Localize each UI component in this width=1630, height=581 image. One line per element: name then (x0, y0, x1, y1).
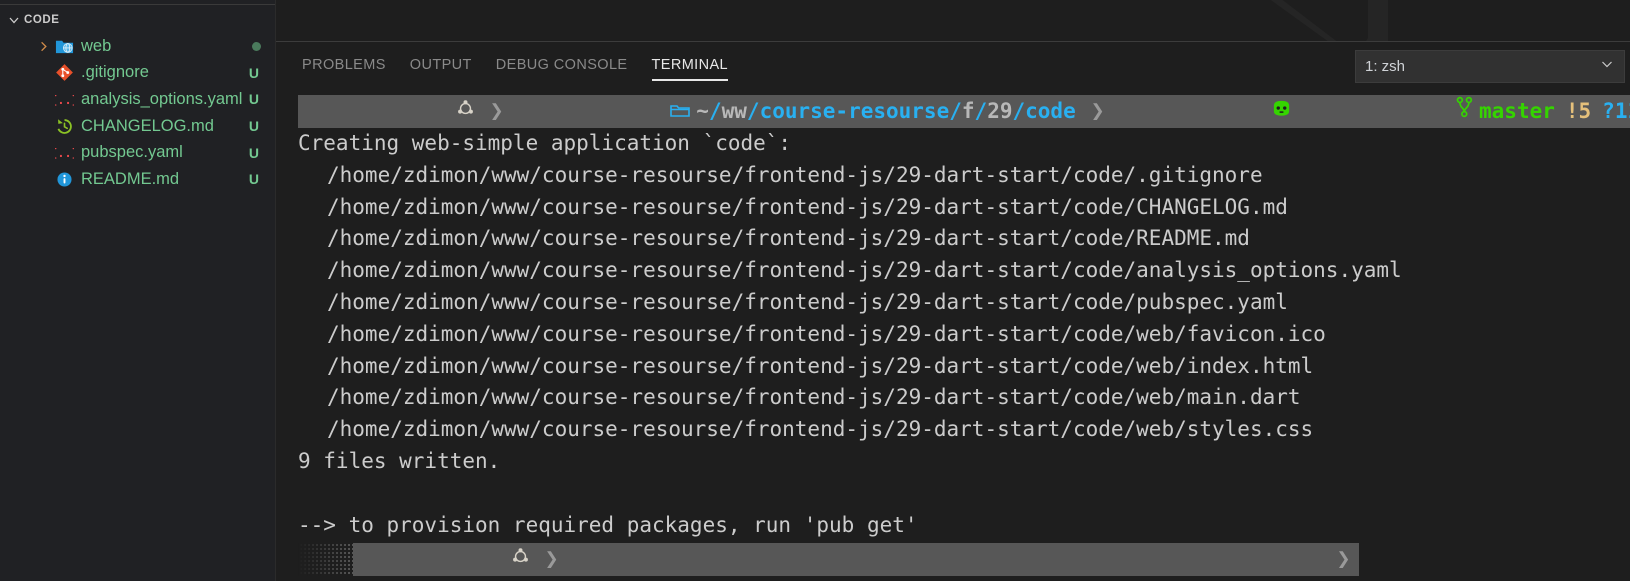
file-tree-item-label: web (81, 36, 112, 55)
untracked-dot-badge (252, 41, 261, 51)
prompt-path-segment: ~/ww/course-resourse/f/29/code (512, 95, 1082, 128)
info-circle-icon (54, 170, 75, 189)
tab-debug-console[interactable]: DEBUG CONSOLE (484, 42, 640, 89)
prompt-path-part: / (708, 98, 722, 123)
prompt-path-part: / (1012, 98, 1026, 123)
prompt-path-part: ~ (696, 98, 709, 123)
prompt-path-part: 29 (987, 98, 1013, 123)
terminal-line: /home/zdimon/www/course-resourse/fronten… (327, 321, 1326, 346)
github-icon (1114, 95, 1299, 159)
terminal-line: /home/zdimon/www/course-resourse/fronten… (327, 417, 1314, 442)
prompt-path-part: code (1025, 98, 1076, 123)
file-tree-item-label: .gitignore (81, 63, 149, 82)
sidebar-divider (0, 4, 275, 5)
explorer-sidebar: CODE web .gitignore U {..} analysis_options.… (0, 0, 276, 581)
terminal-line: /home/zdimon/www/course-resourse/fronten… (327, 289, 1288, 314)
prompt-path-part: / (746, 98, 760, 123)
file-tree-item-label: README.md (81, 169, 180, 188)
prompt-path-part: f (961, 98, 975, 123)
git-untracked-count: ?11 (1602, 98, 1630, 123)
explorer-section-header[interactable]: CODE (0, 6, 275, 33)
ubuntu-icon (353, 512, 536, 581)
terminal-line: /home/zdimon/www/course-resourse/fronten… (327, 353, 1314, 378)
next-prompt-os-segment (353, 543, 536, 577)
svg-text:{..}: {..} (55, 146, 74, 160)
git-status-badge: U (248, 171, 259, 188)
tab-output[interactable]: OUTPUT (398, 42, 484, 89)
prompt-git-segment: master !5 ?11 (1113, 95, 1630, 128)
file-tree-item-readme-md[interactable]: README.md U (0, 166, 275, 193)
next-prompt-dither (298, 543, 353, 577)
git-modified-count: !5 (1565, 98, 1592, 123)
file-tree-item-changelog-md[interactable]: CHANGELOG.md U (0, 113, 275, 140)
terminal-line: /home/zdimon/www/course-resourse/fronten… (327, 194, 1288, 219)
prompt-path-text: ~/ww/course-resourse/f/29/code (696, 96, 1075, 128)
prompt-path-part: course-resourse (759, 98, 950, 123)
yaml-braces-icon: {..} (54, 143, 75, 162)
terminal-line: 9 files written. (298, 448, 501, 473)
tab-problems[interactable]: PROBLEMS (290, 42, 398, 89)
tab-terminal[interactable]: TERMINAL (640, 42, 741, 89)
terminal-line: /home/zdimon/www/course-resourse/fronten… (327, 258, 1402, 283)
file-tree: web .gitignore U {..} analysis_options.yaml U… (0, 33, 275, 193)
chevron-down-icon[interactable] (6, 12, 22, 28)
file-tree-item-pubspec-yaml[interactable]: {..} pubspec.yaml U (0, 139, 275, 166)
git-branch-icon (1298, 95, 1479, 159)
yaml-braces-icon: {..} (54, 90, 75, 109)
file-tree-item-web[interactable]: web (0, 33, 275, 60)
terminal-line: /home/zdimon/www/course-resourse/fronten… (327, 162, 1263, 187)
terminal-prompt-line: ❯ ~/ww/course-resourse/f/29/code ❯ maste… (298, 95, 1630, 128)
next-prompt-path-segment (567, 543, 1328, 577)
file-tree-item-label: pubspec.yaml (81, 143, 183, 162)
file-tree-item--gitignore[interactable]: .gitignore U (0, 60, 275, 87)
terminal-next-prompt-line: ❯ ❯ (298, 543, 1630, 577)
terminal-selector-value: 1: zsh (1365, 58, 1406, 75)
prompt-path-part: / (974, 98, 988, 123)
git-icon (54, 63, 75, 82)
git-status-badge: U (248, 64, 259, 81)
chevron-down-icon[interactable] (1599, 56, 1615, 77)
git-status-badge: U (248, 144, 259, 161)
bottom-panel: PROBLEMS OUTPUT DEBUG CONSOLE TERMINAL 1: z… (276, 0, 1630, 581)
git-branch-name: master (1479, 98, 1555, 123)
git-status-badge: U (248, 91, 259, 108)
prompt-os-segment (298, 95, 481, 128)
file-tree-item-label: CHANGELOG.md (81, 116, 214, 135)
terminal-output-lines: Creating web-simple application `code`: /… (298, 128, 1630, 541)
terminal-output[interactable]: ❯ ~/ww/course-resourse/f/29/code ❯ maste… (276, 95, 1630, 581)
file-tree-item-analysis-options-yaml[interactable]: {..} analysis_options.yaml U (0, 86, 275, 113)
prompt-separator-2: ❯ (1081, 95, 1114, 128)
prompt-path-part: ww (721, 98, 747, 123)
history-clock-icon (54, 117, 75, 136)
terminal-line: /home/zdimon/www/course-resourse/fronten… (327, 226, 1250, 251)
chevron-right-icon[interactable] (36, 39, 54, 54)
next-prompt-separator: ❯ (535, 543, 568, 577)
prompt-separator-1: ❯ (480, 95, 513, 128)
file-tree-item-label: analysis_options.yaml (81, 89, 243, 108)
next-prompt-separator-2: ❯ (1327, 543, 1360, 577)
svg-text:{..}: {..} (55, 93, 74, 107)
explorer-title: CODE (24, 13, 60, 26)
git-status-badge: U (248, 118, 259, 135)
vscode-window: CODE web .gitignore U {..} analysis_options.… (0, 0, 1630, 581)
prompt-path-part: / (949, 98, 962, 123)
terminal-line: /home/zdimon/www/course-resourse/fronten… (327, 385, 1301, 410)
folder-web-icon (54, 37, 75, 56)
terminal-selector-dropdown[interactable]: 1: zsh (1355, 50, 1625, 83)
